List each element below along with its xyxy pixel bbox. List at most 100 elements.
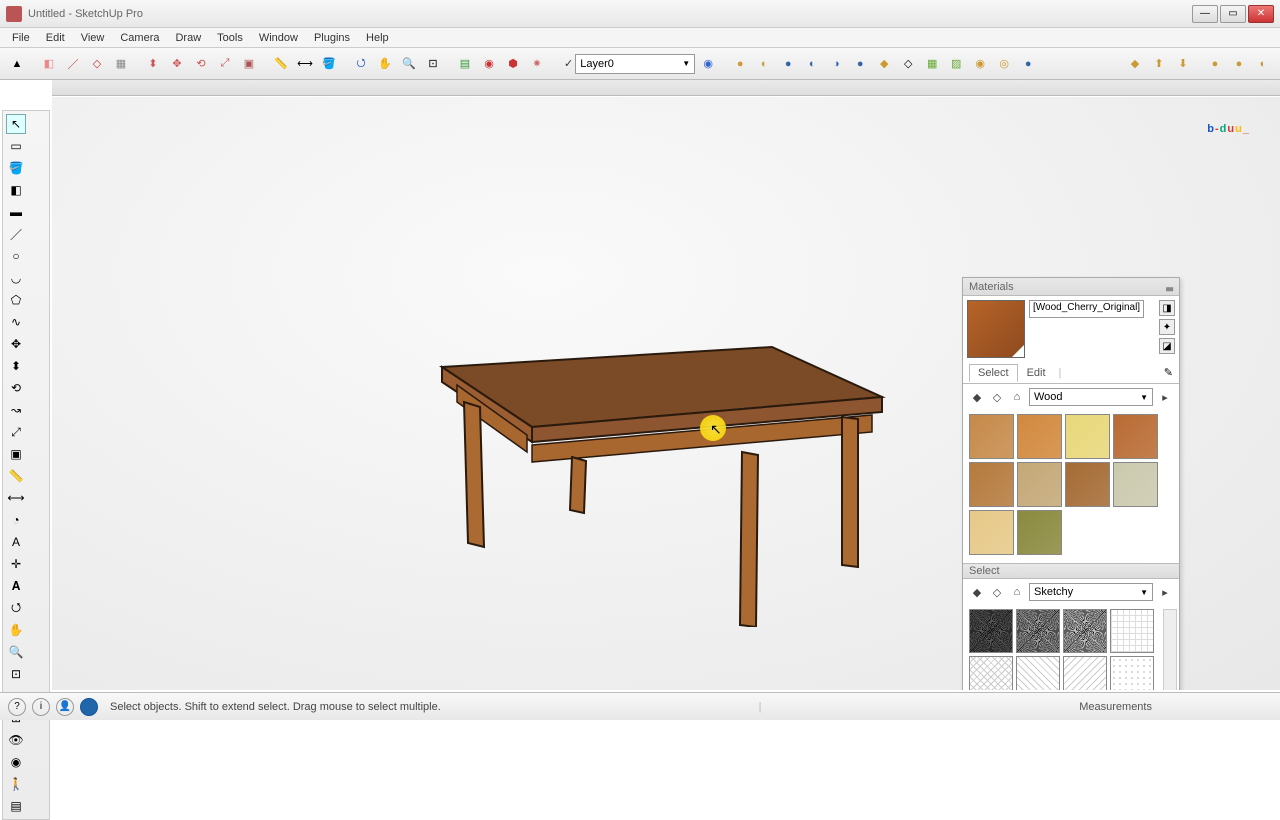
pushpull-tool[interactable]: ⬍ <box>6 356 26 376</box>
minimize-button[interactable]: — <box>1192 5 1218 23</box>
style-btn-8[interactable]: ▨ <box>945 53 967 75</box>
select-tool[interactable]: ↖ <box>6 114 26 134</box>
maximize-button[interactable]: ▭ <box>1220 5 1246 23</box>
help-btn-1[interactable]: ◆ <box>1124 53 1146 75</box>
styles-back-icon[interactable]: ◆ <box>969 584 985 600</box>
wood-swatch-4[interactable] <box>969 462 1014 507</box>
offset-tool[interactable]: ▣ <box>6 444 26 464</box>
wood-swatch-0[interactable] <box>969 414 1014 459</box>
user-icon[interactable]: 👤 <box>56 698 74 716</box>
section-button[interactable]: ▤ <box>454 53 476 75</box>
styles-dropdown[interactable]: Sketchy ▼ <box>1029 583 1153 601</box>
sketchy-swatch-1[interactable] <box>1016 609 1060 653</box>
nav-home-icon[interactable]: ⌂ <box>1009 389 1025 405</box>
scale-button[interactable]: ⤢ <box>214 53 236 75</box>
orbit-tool[interactable]: ⭯ <box>6 598 26 618</box>
menu-view[interactable]: View <box>73 30 113 46</box>
menu-camera[interactable]: Camera <box>112 30 167 46</box>
misc-btn-2[interactable]: ● <box>1228 53 1250 75</box>
styles-fwd-icon[interactable]: ◇ <box>989 584 1005 600</box>
style-btn-1[interactable]: ● <box>777 53 799 75</box>
pan-button[interactable]: ✋ <box>374 53 396 75</box>
move-tool[interactable]: ✥ <box>6 334 26 354</box>
menu-file[interactable]: File <box>4 30 38 46</box>
library-menu-icon[interactable]: ▸ <box>1157 389 1173 405</box>
rectangle-tool-button[interactable]: ▦ <box>110 53 132 75</box>
close-button[interactable]: ✕ <box>1248 5 1274 23</box>
wood-swatch-6[interactable] <box>1065 462 1110 507</box>
info-icon[interactable]: i <box>32 698 50 716</box>
polygon-tool[interactable]: ⬠ <box>6 290 26 310</box>
walk-tool[interactable]: 🚶 <box>6 774 26 794</box>
style-btn-2[interactable]: ◐ <box>801 53 823 75</box>
wood-swatch-1[interactable] <box>1017 414 1062 459</box>
nav-fwd-icon[interactable]: ◇ <box>989 389 1005 405</box>
library-dropdown[interactable]: Wood ▼ <box>1029 388 1153 406</box>
component-tool[interactable]: ▭ <box>6 136 26 156</box>
freehand-tool[interactable]: ∿ <box>6 312 26 332</box>
shadow-btn-1[interactable]: ● <box>729 53 751 75</box>
dimension-tool[interactable]: ⟷ <box>6 488 26 508</box>
dim-button[interactable]: ⟷ <box>294 53 316 75</box>
menu-tools[interactable]: Tools <box>209 30 251 46</box>
menu-plugins[interactable]: Plugins <box>306 30 358 46</box>
zoom-tool[interactable]: 🔍 <box>6 642 26 662</box>
tape-tool[interactable]: 📏 <box>6 466 26 486</box>
style-btn-5[interactable]: ◆ <box>873 53 895 75</box>
axes-tool[interactable]: ✛ <box>6 554 26 574</box>
offset-button[interactable]: ▣ <box>238 53 260 75</box>
layer-mgr-button[interactable]: ◉ <box>697 53 719 75</box>
tab-edit[interactable]: Edit <box>1018 364 1055 382</box>
wood-swatch-3[interactable] <box>1113 414 1158 459</box>
style-btn-11[interactable]: ● <box>1017 53 1039 75</box>
shadow-btn-2[interactable]: ◐ <box>753 53 775 75</box>
layer-dropdown[interactable]: Layer0 ▼ <box>575 54 695 74</box>
protractor-tool[interactable]: ◔ <box>6 510 26 530</box>
zoom-ext-button[interactable]: ⊡ <box>422 53 444 75</box>
sketchy-swatch-4[interactable] <box>969 656 1013 690</box>
default-material-icon[interactable]: ◪ <box>1159 338 1175 354</box>
materials-panel[interactable]: Materials ▃ [Wood_Cherry_Original] ◨ ✦ ◪… <box>962 277 1180 690</box>
materials-panel-header[interactable]: Materials ▃ <box>963 278 1179 296</box>
paint-tool[interactable]: 🪣 <box>6 158 26 178</box>
eraser-tool[interactable]: ◧ <box>6 180 26 200</box>
wood-swatch-8[interactable] <box>969 510 1014 555</box>
zoom-button[interactable]: 🔍 <box>398 53 420 75</box>
wood-swatch-2[interactable] <box>1065 414 1110 459</box>
pushpull-button[interactable]: ⬍ <box>142 53 164 75</box>
help-icon[interactable]: ? <box>8 698 26 716</box>
rotate-tool[interactable]: ⟲ <box>6 378 26 398</box>
shape-tool-button[interactable]: ◇ <box>86 53 108 75</box>
styles-home-icon[interactable]: ⌂ <box>1009 584 1025 600</box>
line-tool[interactable]: ／ <box>6 224 26 244</box>
help-btn-2[interactable]: ⬆ <box>1148 53 1170 75</box>
position-tool[interactable]: 👁 <box>6 730 26 750</box>
style-btn-6[interactable]: ◇ <box>897 53 919 75</box>
material-name-input[interactable]: [Wood_Cherry_Original] <box>1029 300 1144 318</box>
wood-swatch-5[interactable] <box>1017 462 1062 507</box>
help-btn-3[interactable]: ⬇ <box>1172 53 1194 75</box>
sample-paint-icon[interactable]: ✎ <box>1164 366 1173 379</box>
style-btn-4[interactable]: ● <box>849 53 871 75</box>
viewport[interactable]: ↖ b-duu_ Materials ▃ [Wood_Cherry_Origin… <box>52 97 1280 690</box>
zoomwin-tool[interactable]: ⊡ <box>6 664 26 684</box>
text-tool[interactable]: A <box>6 532 26 552</box>
select-tool-button[interactable]: ▲ <box>6 53 28 75</box>
tape-button[interactable]: 📏 <box>270 53 292 75</box>
sketchy-swatch-5[interactable] <box>1016 656 1060 690</box>
comp-button[interactable]: ◉ <box>478 53 500 75</box>
style-btn-7[interactable]: ▦ <box>921 53 943 75</box>
line-tool-button[interactable]: ／ <box>62 53 84 75</box>
sketchy-swatch-2[interactable] <box>1063 609 1107 653</box>
sketchy-swatch-0[interactable] <box>969 609 1013 653</box>
display-pane-icon[interactable]: ◨ <box>1159 300 1175 316</box>
circle-tool[interactable]: ○ <box>6 246 26 266</box>
sketchy-swatch-6[interactable] <box>1063 656 1107 690</box>
current-material-swatch[interactable] <box>967 300 1025 358</box>
tab-select[interactable]: Select <box>969 364 1018 382</box>
rotate-button[interactable]: ⟲ <box>190 53 212 75</box>
arc-tool[interactable]: ◡ <box>6 268 26 288</box>
pan-tool[interactable]: ✋ <box>6 620 26 640</box>
nav-back-icon[interactable]: ◆ <box>969 389 985 405</box>
misc-btn-3[interactable]: ◐ <box>1252 53 1274 75</box>
